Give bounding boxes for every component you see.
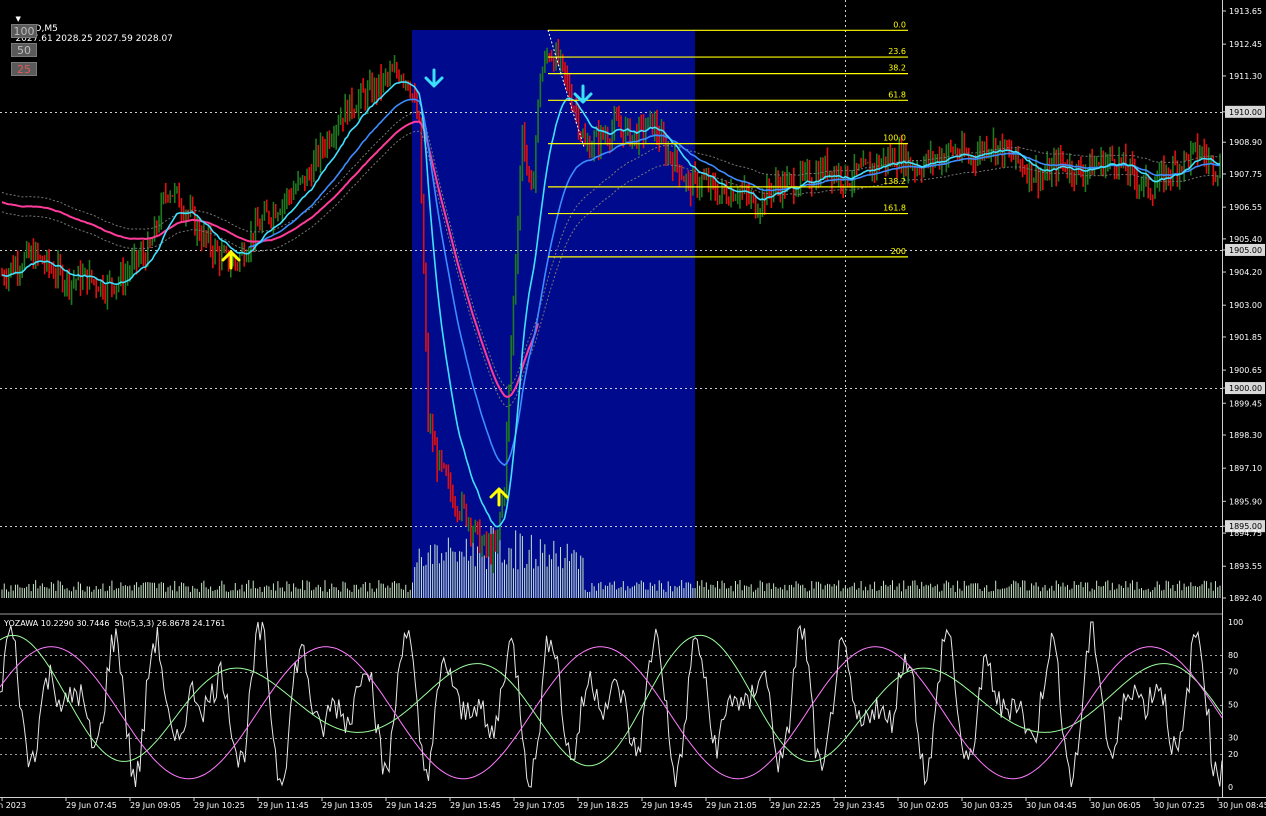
time-tick-label: 29 Jun 13:05	[322, 801, 373, 810]
fib-level-label: 200	[891, 247, 906, 256]
osc-tick-label: 100	[1228, 618, 1243, 627]
fib-level-label: 61.8	[888, 90, 906, 99]
time-tick-label: 29 Jun 07:45	[66, 801, 117, 810]
price-tick-label: 1897.10	[1229, 464, 1262, 473]
fib-level-label: 100.0	[883, 134, 906, 143]
osc-tick-label: 30	[1228, 734, 1238, 743]
fib-level-label: 38.2	[888, 64, 906, 73]
fib-level-label: 0.0	[893, 20, 906, 29]
osc-tick-label: 20	[1228, 750, 1238, 759]
fib-level-label: 161.8	[883, 204, 906, 213]
price-tick-label: 1905.40	[1229, 235, 1262, 244]
time-tick-label: 29 Jun 15:45	[450, 801, 501, 810]
time-tick-label: 29 Jun 10:25	[194, 801, 245, 810]
fib-level-label: 23.6	[888, 47, 906, 56]
price-tick-label: 1912.45	[1229, 40, 1262, 49]
price-tick-label: 1903.00	[1229, 301, 1262, 310]
triangle-down-icon[interactable]: ▼	[15, 15, 20, 23]
price-tick-label: 1900.00	[1229, 384, 1262, 393]
time-tick-label: 30 Jun 04:45	[1026, 801, 1077, 810]
osc-tick-label: 80	[1228, 651, 1238, 660]
ohlc-prices: 2027.61 2028.25 2027.59 2028.07	[15, 34, 173, 44]
zoom-100-button[interactable]: 100	[11, 24, 37, 38]
time-tick-label: 29 Jun 09:05	[130, 801, 181, 810]
price-tick-label: 1893.55	[1229, 562, 1262, 571]
indicator-label: YOZAWA 10.2290 30.7446 Sto(5,3,3) 26.867…	[4, 619, 226, 628]
price-tick-label: 1895.90	[1229, 497, 1262, 506]
time-tick-label: 30 Jun 08:45	[1218, 801, 1266, 810]
trading-chart[interactable]: 0.0 23.6 38.2 61.8 100.0 138.2 161.8 200 1913.6…	[0, 0, 1266, 812]
osc-tick-label: 0	[1228, 783, 1233, 792]
time-tick-label: 29 Jun 23:45	[834, 801, 885, 810]
zoom-25-button[interactable]: 25	[11, 62, 37, 76]
price-tick-label: 1908.90	[1229, 138, 1262, 147]
fib-level-label: 138.2	[883, 177, 906, 186]
time-tick-label: 29 Jun 14:25	[386, 801, 437, 810]
price-tick-label: 1913.65	[1229, 7, 1262, 16]
price-tick-label: 1894.75	[1229, 529, 1262, 538]
price-tick-label: 1901.85	[1229, 333, 1262, 342]
price-tick-label: 1898.30	[1229, 431, 1262, 440]
time-tick-label: 30 Jun 07:25	[1154, 801, 1205, 810]
price-tick-label: 1907.75	[1229, 170, 1262, 179]
time-tick-label: 29 Jun 18:25	[578, 801, 629, 810]
time-tick-label: 29 Jun 22:25	[770, 801, 821, 810]
price-tick-label: 1911.30	[1229, 72, 1262, 81]
price-tick-label: 1892.40	[1229, 594, 1262, 603]
zoom-50-button[interactable]: 50	[11, 43, 37, 57]
time-tick-label: 30 Jun 06:05	[1090, 801, 1141, 810]
time-tick-label: 29 Jun 11:45	[258, 801, 309, 810]
osc-tick-label: 50	[1228, 701, 1238, 710]
chart-canvas[interactable]: 0.023.638.261.8100.0138.2161.8200 1913.6…	[0, 0, 1266, 812]
price-tick-label: 1899.45	[1229, 399, 1262, 408]
time-tick-label: 30 Jun 03:25	[962, 801, 1013, 810]
time-tick-label: 29 Jun 21:05	[706, 801, 757, 810]
price-tick-label: 1905.00	[1229, 246, 1262, 255]
price-tick-label: 1904.20	[1229, 268, 1262, 277]
price-tick-label: 1906.55	[1229, 203, 1262, 212]
price-tick-label: 1910.00	[1229, 108, 1262, 117]
time-tick-label: 30 Jun 02:05	[898, 801, 949, 810]
osc-tick-label: 70	[1228, 668, 1238, 677]
time-tick-label: 29 Jun 17:05	[514, 801, 565, 810]
time-tick-label: 29 Jun 2023	[0, 801, 26, 810]
time-tick-label: 29 Jun 19:45	[642, 801, 693, 810]
price-tick-label: 1900.65	[1229, 366, 1262, 375]
